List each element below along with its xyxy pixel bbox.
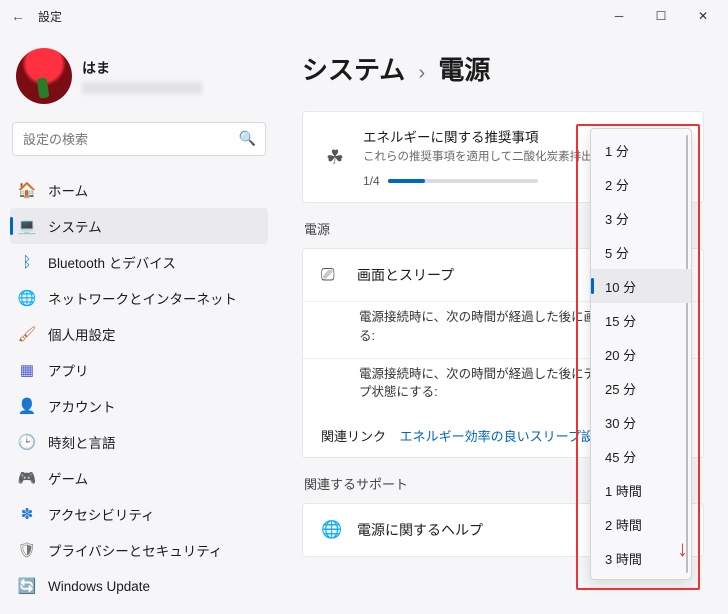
nav-label: Bluetooth とデバイス [48,252,176,272]
dropdown-option[interactable]: 2 分 [591,167,691,201]
breadcrumb: システム › 電源 [302,50,704,87]
nav-label: ゲーム [48,468,88,488]
nav-item-アプリ[interactable]: ▦ アプリ [10,352,268,388]
breadcrumb-sep: › [418,62,425,84]
sidebar: はま 🔍 🏠 ホーム 💻 システム ᛒ Bluetooth とデバイス 🌐 ネットワークとイン… [0,32,278,614]
leaf-icon: ☘ [321,143,349,171]
nav-icon: 🕒 [18,433,36,451]
dropdown-option[interactable]: 3 分 [591,201,691,235]
minimize-button[interactable]: ─ [598,0,640,32]
dropdown-option[interactable]: 10 分 [591,269,691,303]
nav-label: アクセシビリティ [48,504,155,524]
breadcrumb-parent[interactable]: システム [302,55,405,85]
nav-item-Windows Update[interactable]: 🔄 Windows Update [10,568,268,604]
dropdown-option[interactable]: 5 分 [591,235,691,269]
profile[interactable]: はま [16,48,262,104]
nav-icon: ✽ [18,505,36,523]
dropdown-option[interactable]: 45 分 [591,439,691,473]
nav-icon: 🌐 [18,289,36,307]
avatar [16,48,72,104]
nav-label: 個人用設定 [48,324,116,344]
nav-item-時刻と言語[interactable]: 🕒 時刻と言語 [10,424,268,460]
profile-email [82,82,202,94]
nav-item-個人用設定[interactable]: 🖌 個人用設定 [10,316,268,352]
nav-item-ホーム[interactable]: 🏠 ホーム [10,172,268,208]
close-button[interactable]: ✕ [682,0,724,32]
energy-progress-label: 1/4 [363,174,380,188]
time-dropdown[interactable]: 1 分2 分3 分5 分10 分15 分20 分25 分30 分45 分1 時間… [590,128,692,580]
nav-label: システム [48,216,102,236]
nav-icon: ▦ [18,361,36,379]
nav-icon: 🎮 [18,469,36,487]
dropdown-option[interactable]: 30 分 [591,405,691,439]
nav-list: 🏠 ホーム 💻 システム ᛒ Bluetooth とデバイス 🌐 ネットワークとインターネット… [10,172,268,604]
titlebar: ← 設定 ─ ☐ ✕ [0,0,728,32]
nav-item-アカウント[interactable]: 👤 アカウント [10,388,268,424]
nav-label: 時刻と言語 [48,432,116,452]
related-link-label: 関連リンク [321,429,386,444]
nav-icon: 🔄 [18,577,36,595]
dropdown-option[interactable]: 25 分 [591,371,691,405]
back-button[interactable]: ← [4,8,32,24]
related-link[interactable]: エネルギー効率の良いスリープ設定 [400,429,607,444]
energy-progress-bar [388,179,538,183]
nav-icon: ᛒ [18,253,36,271]
globe-icon: 🌐 [321,520,343,540]
nav-label: アプリ [48,360,89,380]
nav-item-ゲーム[interactable]: 🎮 ゲーム [10,460,268,496]
nav-icon: 🏠 [18,181,36,199]
nav-label: ネットワークとインターネット [48,288,237,308]
search-box[interactable]: 🔍 [12,122,266,156]
dropdown-option[interactable]: 15 分 [591,303,691,337]
nav-icon: 👤 [18,397,36,415]
nav-item-プライバシーとセキュリティ[interactable]: 🛡 プライバシーとセキュリティ [10,532,268,568]
dropdown-option[interactable]: 3 時間 [591,541,691,575]
nav-label: ホーム [48,180,88,200]
dropdown-option[interactable]: 1 分 [591,133,691,167]
window-title: 設定 [38,8,62,25]
nav-label: プライバシーとセキュリティ [48,540,222,560]
nav-icon: 🛡 [18,541,36,559]
nav-item-Bluetooth とデバイス[interactable]: ᛒ Bluetooth とデバイス [10,244,268,280]
nav-label: Windows Update [48,579,150,594]
screen-icon: ⎚ [321,265,343,285]
search-icon: 🔍 [239,130,256,147]
nav-icon: 🖌 [18,325,36,343]
nav-item-ネットワークとインターネット[interactable]: 🌐 ネットワークとインターネット [10,280,268,316]
nav-item-アクセシビリティ[interactable]: ✽ アクセシビリティ [10,496,268,532]
maximize-button[interactable]: ☐ [640,0,682,32]
profile-name: はま [82,58,202,78]
dropdown-option[interactable]: 20 分 [591,337,691,371]
nav-label: アカウント [48,396,116,416]
breadcrumb-current: 電源 [438,55,490,85]
nav-item-システム[interactable]: 💻 システム [10,208,268,244]
search-input[interactable] [12,122,266,156]
dropdown-option[interactable]: 1 時間 [591,473,691,507]
dropdown-option[interactable]: 2 時間 [591,507,691,541]
nav-icon: 💻 [18,217,36,235]
scrollbar[interactable] [686,135,688,573]
